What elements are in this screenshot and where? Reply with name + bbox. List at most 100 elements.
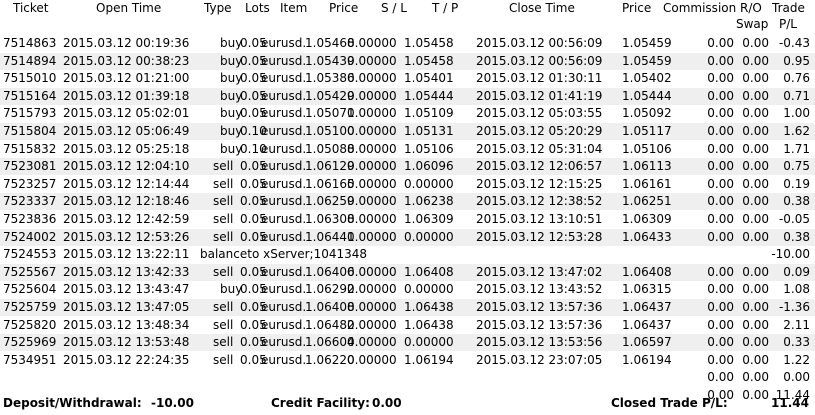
header-commission: Commission — [663, 1, 737, 15]
cell-commission: 0.00 — [707, 106, 734, 121]
balance-row[interactable]: 7524553 2015.03.12 13:22:11 balanceto xSer… — [0, 246, 815, 263]
cell-commission: 0.00 — [707, 71, 734, 86]
credit-label: Credit Facility: — [271, 396, 370, 410]
cell-item: eurusd. — [261, 352, 307, 367]
cell-item: eurusd. — [261, 88, 307, 103]
table-row[interactable]: 7525969 2015.03.12 13:53:48 sell 0.05 eurusd… — [0, 334, 815, 352]
table-row[interactable]: 7523257 2015.03.12 12:14:44 sell 0.05 eurusd… — [0, 176, 815, 193]
cell-close-time: 2015.03.12 12:53:28 — [476, 229, 603, 244]
table-row[interactable]: 7525604 2015.03.12 13:43:47 buy 0.05 eurusd.… — [0, 281, 815, 298]
cell-commission: 0.00 — [707, 264, 734, 279]
cell-ticket: 7523337 — [3, 194, 57, 209]
table-row[interactable]: 7534951 2015.03.12 22:24:35 sell 0.05 eurusd… — [0, 352, 815, 369]
cell-close-price: 1.06251 — [622, 194, 672, 209]
cell-swap: 0.00 — [742, 176, 769, 191]
cell-stop-loss: 0.00000 — [347, 264, 397, 279]
header-price: Price — [329, 1, 359, 15]
cell-take-profit: 0.00000 — [404, 229, 454, 244]
cell-trade-pl: 0.71 — [783, 88, 810, 103]
cell-commission: 0.00 — [707, 36, 734, 50]
table-row[interactable]: 7523081 2015.03.12 12:04:10 sell 0.05 eurusd… — [0, 158, 815, 176]
table-row[interactable]: 7525820 2015.03.12 13:48:34 sell 0.05 eurusd… — [0, 317, 815, 334]
cell-close-time: 2015.03.12 12:15:25 — [476, 176, 603, 191]
cell-take-profit: 1.06194 — [404, 352, 454, 367]
cell-trade-pl: 1.00 — [783, 106, 810, 121]
cell-close-time: 2015.03.12 13:47:02 — [476, 264, 603, 279]
cell-open-time: 2015.03.12 12:14:44 — [63, 176, 190, 191]
cell-trade-pl: 0.33 — [783, 335, 810, 350]
cell-commission: 0.00 — [707, 194, 734, 209]
table-row[interactable]: 7515010 2015.03.12 01:21:00 buy 0.05 eurusd.… — [0, 70, 815, 87]
cell-commission: 0.00 — [707, 282, 734, 297]
cell-trade-pl: -0.05 — [778, 212, 810, 226]
cell-commission: 0.00 — [707, 124, 734, 138]
cell-item: eurusd. — [261, 71, 307, 86]
closed-pl-value: 11.44 — [771, 396, 809, 410]
cell-type: buy — [220, 53, 243, 68]
header-open-time: Open Time — [96, 1, 162, 15]
header-ticket: Ticket — [13, 1, 49, 15]
cell-trade-pl: -1.36 — [778, 300, 810, 314]
cell-swap: 0.00 — [742, 36, 769, 50]
cell-stop-loss: 0.00000 — [347, 282, 397, 297]
cell-trade-pl: 0.38 — [783, 229, 810, 244]
table-row[interactable]: 7523337 2015.03.12 12:18:46 sell 0.05 eurusd… — [0, 193, 815, 211]
cell-type: buy — [220, 71, 243, 86]
cell-open-time: 2015.03.12 13:48:34 — [63, 317, 190, 332]
cell-take-profit: 0.00000 — [404, 282, 454, 297]
table-row[interactable]: 7524002 2015.03.12 12:53:26 sell 0.05 eurusd… — [0, 228, 815, 246]
cell-take-profit: 0.00000 — [404, 335, 454, 350]
cell-stop-loss: 0.00000 — [347, 335, 397, 350]
cell-trade-pl: -0.43 — [778, 36, 810, 50]
cell-item: eurusd. — [261, 141, 307, 156]
cell-close-price: 1.06597 — [622, 335, 672, 350]
cell-close-time: 2015.03.12 13:53:56 — [476, 335, 603, 350]
table-row[interactable]: 7515804 2015.03.12 05:06:49 buy 0.10 eurusd.… — [0, 123, 815, 140]
closed-pl-label: Closed Trade P/L: — [611, 396, 728, 410]
table-row[interactable]: 7515832 2015.03.12 05:25:18 buy 0.10 eurusd.… — [0, 141, 815, 158]
cell-take-profit: 1.05401 — [404, 71, 454, 86]
table-row[interactable]: 7523836 2015.03.12 12:42:59 sell 0.05 eurusd… — [0, 211, 815, 228]
cell-open-time: 2015.03.12 12:18:46 — [63, 194, 190, 209]
cell-ticket: 7524553 — [3, 247, 57, 262]
cell-stop-loss: 0.00000 — [347, 159, 397, 174]
cell-ticket: 7525567 — [3, 264, 57, 279]
header-stop-loss: S / L — [381, 1, 407, 15]
cell-swap: 0.00 — [742, 352, 769, 367]
table-row[interactable]: 7514894 2015.03.12 00:38:23 buy 0.05 eurusd.… — [0, 52, 815, 70]
cell-item: eurusd. — [261, 106, 307, 121]
cell-close-time: 2015.03.12 13:57:36 — [476, 300, 603, 314]
cell-take-profit: 1.05444 — [404, 88, 454, 103]
cell-close-price: 1.06194 — [622, 352, 672, 367]
credit-value: 0.00 — [372, 396, 402, 410]
cell-trade-pl: 1.08 — [783, 282, 810, 297]
table-row[interactable]: 7514863 2015.03.12 00:19:36 buy 0.05 eurusd.… — [0, 35, 815, 52]
table-row[interactable]: 7515164 2015.03.12 01:39:18 buy 0.05 eurusd.… — [0, 87, 815, 105]
cell-ticket: 7514863 — [3, 36, 57, 50]
table-header: Ticket Open Time Type Lots Item Price S … — [0, 0, 815, 35]
cell-open-time: 2015.03.12 01:21:00 — [63, 71, 190, 86]
cell-swap: 0.00 — [742, 106, 769, 121]
table-row[interactable]: 7525759 2015.03.12 13:47:05 sell 0.05 eurusd… — [0, 299, 815, 316]
cell-close-price: 1.05092 — [622, 106, 672, 121]
cell-ticket: 7514894 — [3, 53, 57, 68]
table-row[interactable]: 7515793 2015.03.12 05:02:01 buy 0.05 eurusd.… — [0, 105, 815, 122]
header-ro: R/O — [740, 1, 762, 15]
cell-take-profit: 1.06238 — [404, 194, 454, 209]
cell-ticket: 7515164 — [3, 88, 57, 103]
cell-trade-pl: -10.00 — [771, 247, 810, 262]
cell-ticket: 7523836 — [3, 212, 57, 226]
cell-take-profit: 1.06438 — [404, 317, 454, 332]
cell-take-profit: 1.05458 — [404, 53, 454, 68]
cell-item: eurusd. — [261, 282, 307, 297]
cell-close-time: 2015.03.12 23:07:05 — [476, 352, 603, 367]
cell-swap: 0.00 — [742, 124, 769, 138]
cell-type: buy — [220, 282, 243, 297]
cell-take-profit: 1.06309 — [404, 212, 454, 226]
cell-stop-loss: 0.00000 — [347, 194, 397, 209]
cell-type: sell — [213, 300, 234, 314]
cell-ticket: 7523081 — [3, 159, 57, 174]
cell-type: sell — [213, 194, 234, 209]
cell-ticket: 7525969 — [3, 335, 57, 350]
table-row[interactable]: 7525567 2015.03.12 13:42:33 sell 0.05 eurusd… — [0, 263, 815, 281]
